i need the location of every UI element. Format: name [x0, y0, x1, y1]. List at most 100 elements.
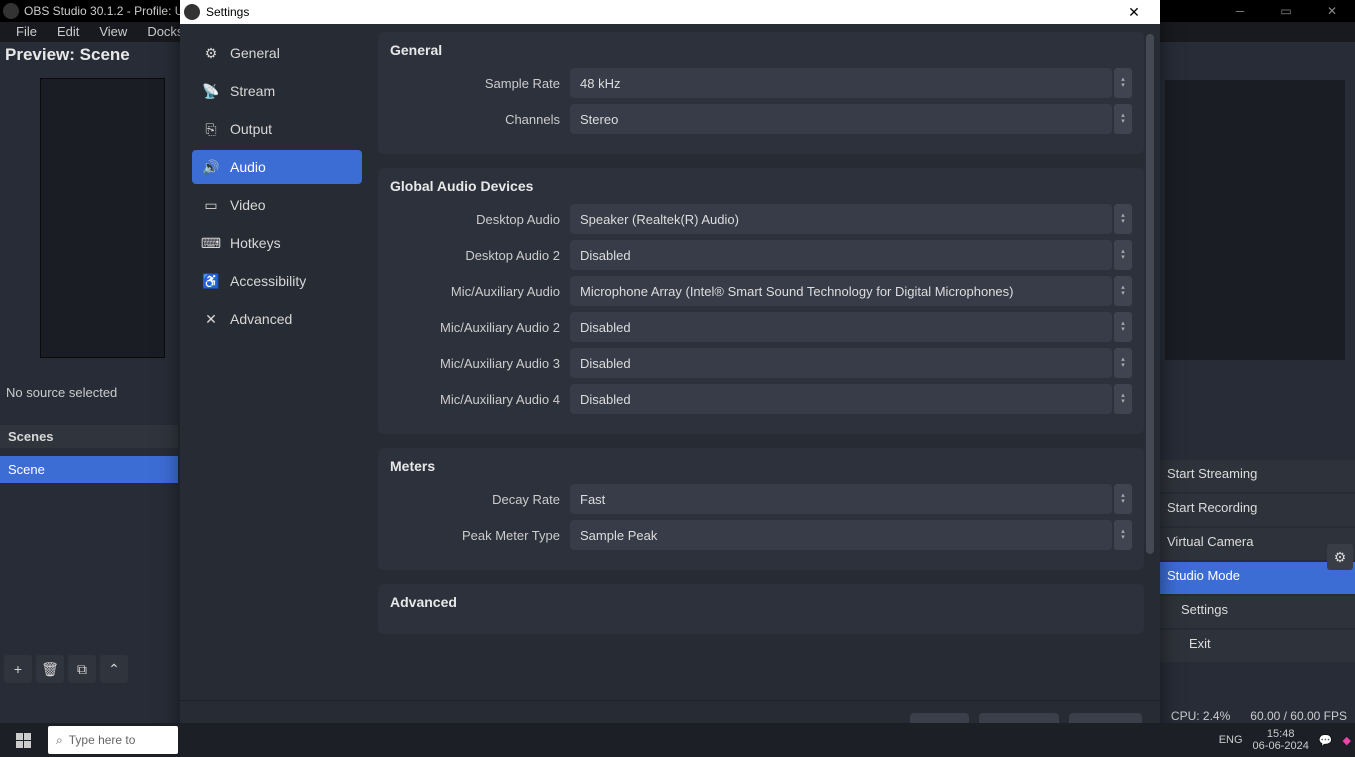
antenna-icon: 📡 — [202, 82, 220, 100]
mic-aux4-value: Disabled — [580, 392, 631, 407]
virtual-camera-label: Virtual Camera — [1167, 534, 1253, 549]
mic-aux-value: Microphone Array (Intel® Smart Sound Tec… — [580, 284, 1014, 299]
menu-edit[interactable]: Edit — [47, 22, 89, 42]
mic-aux-label: Mic/Auxiliary Audio — [390, 284, 570, 299]
system-tray: ENG 15:48 06-06-2024 💬 ◆ — [1219, 723, 1351, 757]
start-recording-button[interactable]: Start Recording — [1159, 494, 1355, 526]
exit-button[interactable]: Exit — [1159, 630, 1355, 662]
spinner-icon[interactable]: ▴▾ — [1114, 520, 1132, 550]
program-thumbnail — [1165, 80, 1345, 360]
settings-dialog: Settings ✕ ⚙General 📡 Stream ⎘Output 🔊 Aud… — [180, 0, 1160, 756]
search-icon: ⌕ — [56, 733, 63, 748]
speaker-icon: 🔊 — [202, 158, 220, 176]
close-button[interactable]: ✕ — [1309, 0, 1355, 22]
gear-icon: ⚙ — [202, 44, 220, 62]
desktop-audio-value: Speaker (Realtek(R) Audio) — [580, 212, 739, 227]
sidebar-item-output[interactable]: ⎘Output — [192, 112, 362, 146]
peak-meter-label: Peak Meter Type — [390, 528, 570, 543]
main-title: OBS Studio 30.1.2 - Profile: Un — [24, 4, 190, 18]
section-title-global: Global Audio Devices — [390, 178, 1132, 194]
sidebar-item-label: Accessibility — [230, 273, 306, 289]
mic-aux4-combo[interactable]: Disabled — [570, 384, 1112, 414]
desktop-audio2-combo[interactable]: Disabled — [570, 240, 1112, 270]
channels-combo[interactable]: Stereo — [570, 104, 1112, 134]
sidebar-item-audio[interactable]: 🔊 Audio — [192, 150, 362, 184]
spinner-icon[interactable]: ▴▾ — [1114, 68, 1132, 98]
minimize-button[interactable]: ─ — [1217, 0, 1263, 22]
spinner-icon[interactable]: ▴▾ — [1114, 276, 1132, 306]
scene-item[interactable]: Scene — [0, 456, 178, 483]
preview-label: Preview: Scene — [5, 45, 130, 65]
scrollbar[interactable] — [1146, 34, 1156, 674]
mic-aux3-value: Disabled — [580, 356, 631, 371]
windows-icon — [16, 733, 31, 748]
sidebar-item-label: Hotkeys — [230, 235, 281, 251]
menu-view[interactable]: View — [89, 22, 137, 42]
mic-aux3-label: Mic/Auxiliary Audio 3 — [390, 356, 570, 371]
delete-scene-button[interactable]: 🗑 — [36, 655, 64, 683]
cpu-status: CPU: 2.4% — [1171, 709, 1230, 723]
start-streaming-button[interactable]: Start Streaming — [1159, 460, 1355, 492]
decay-rate-combo[interactable]: Fast — [570, 484, 1112, 514]
filter-scene-button[interactable]: ⧉ — [68, 655, 96, 683]
sidebar-item-label: Audio — [230, 159, 266, 175]
clock[interactable]: 15:48 06-06-2024 — [1253, 728, 1309, 752]
dialog-close-button[interactable]: ✕ — [1114, 0, 1154, 24]
sidebar-item-hotkeys[interactable]: ⌨ Hotkeys — [192, 226, 362, 260]
taskbar: ⌕ Type here to ENG 15:48 06-06-2024 💬 ◆ — [0, 723, 1355, 757]
search-placeholder: Type here to — [69, 733, 136, 747]
sample-rate-combo[interactable]: 48 kHz — [570, 68, 1112, 98]
window-controls: ─ ▭ ✕ — [1217, 0, 1355, 22]
virtual-camera-settings-icon[interactable]: ⚙ — [1327, 544, 1353, 570]
virtual-camera-button[interactable]: Virtual Camera — [1159, 528, 1355, 560]
spinner-icon[interactable]: ▴▾ — [1114, 384, 1132, 414]
mic-aux2-combo[interactable]: Disabled — [570, 312, 1112, 342]
sidebar-item-accessibility[interactable]: ♿ Accessibility — [192, 264, 362, 298]
obs-logo-icon — [3, 3, 19, 19]
peak-meter-combo[interactable]: Sample Peak — [570, 520, 1112, 550]
lang-indicator[interactable]: ENG — [1219, 734, 1243, 746]
settings-sidebar: ⚙General 📡 Stream ⎘Output 🔊 Audio ▭Video ⌨… — [180, 24, 370, 700]
mic-aux3-combo[interactable]: Disabled — [570, 348, 1112, 378]
studio-mode-button[interactable]: Studio Mode — [1159, 562, 1355, 594]
spinner-icon[interactable]: ▴▾ — [1114, 204, 1132, 234]
start-button[interactable] — [0, 723, 46, 757]
spinner-icon[interactable]: ▴▾ — [1114, 312, 1132, 342]
settings-button[interactable]: Settings — [1159, 596, 1355, 628]
preview-thumbnail — [40, 78, 165, 358]
spinner-icon[interactable]: ▴▾ — [1114, 104, 1132, 134]
sidebar-item-label: Advanced — [230, 311, 292, 327]
dialog-logo-icon — [184, 4, 200, 20]
accessibility-icon: ♿ — [202, 272, 220, 290]
clock-date: 06-06-2024 — [1253, 740, 1309, 752]
add-scene-button[interactable]: + — [4, 655, 32, 683]
notifications-icon[interactable]: 💬 — [1319, 734, 1333, 747]
controls-dock: Start Streaming Start Recording Virtual … — [1159, 460, 1355, 664]
desktop-audio-combo[interactable]: Speaker (Realtek(R) Audio) — [570, 204, 1112, 234]
tray-app-icon[interactable]: ◆ — [1343, 734, 1351, 747]
sidebar-item-label: Stream — [230, 83, 275, 99]
up-scene-button[interactable]: ⌃ — [100, 655, 128, 683]
dialog-title: Settings — [206, 5, 249, 19]
scrollbar-thumb[interactable] — [1146, 34, 1154, 554]
sidebar-item-video[interactable]: ▭Video — [192, 188, 362, 222]
sidebar-item-stream[interactable]: 📡 Stream — [192, 74, 362, 108]
taskbar-search[interactable]: ⌕ Type here to — [48, 726, 178, 754]
scene-tools: + 🗑 ⧉ ⌃ — [4, 655, 128, 683]
sidebar-item-general[interactable]: ⚙General — [192, 36, 362, 70]
maximize-button[interactable]: ▭ — [1263, 0, 1309, 22]
menu-file[interactable]: File — [6, 22, 47, 42]
sidebar-item-advanced[interactable]: ✕Advanced — [192, 302, 362, 336]
mic-aux2-value: Disabled — [580, 320, 631, 335]
section-global-audio: Global Audio Devices Desktop AudioSpeake… — [378, 168, 1144, 434]
mic-aux4-label: Mic/Auxiliary Audio 4 — [390, 392, 570, 407]
decay-rate-label: Decay Rate — [390, 492, 570, 507]
spinner-icon[interactable]: ▴▾ — [1114, 348, 1132, 378]
section-advanced: Advanced — [378, 584, 1144, 634]
spinner-icon[interactable]: ▴▾ — [1114, 240, 1132, 270]
section-title-advanced: Advanced — [390, 594, 1132, 610]
mic-aux-combo[interactable]: Microphone Array (Intel® Smart Sound Tec… — [570, 276, 1112, 306]
desktop-audio2-value: Disabled — [580, 248, 631, 263]
keyboard-icon: ⌨ — [202, 234, 220, 252]
spinner-icon[interactable]: ▴▾ — [1114, 484, 1132, 514]
